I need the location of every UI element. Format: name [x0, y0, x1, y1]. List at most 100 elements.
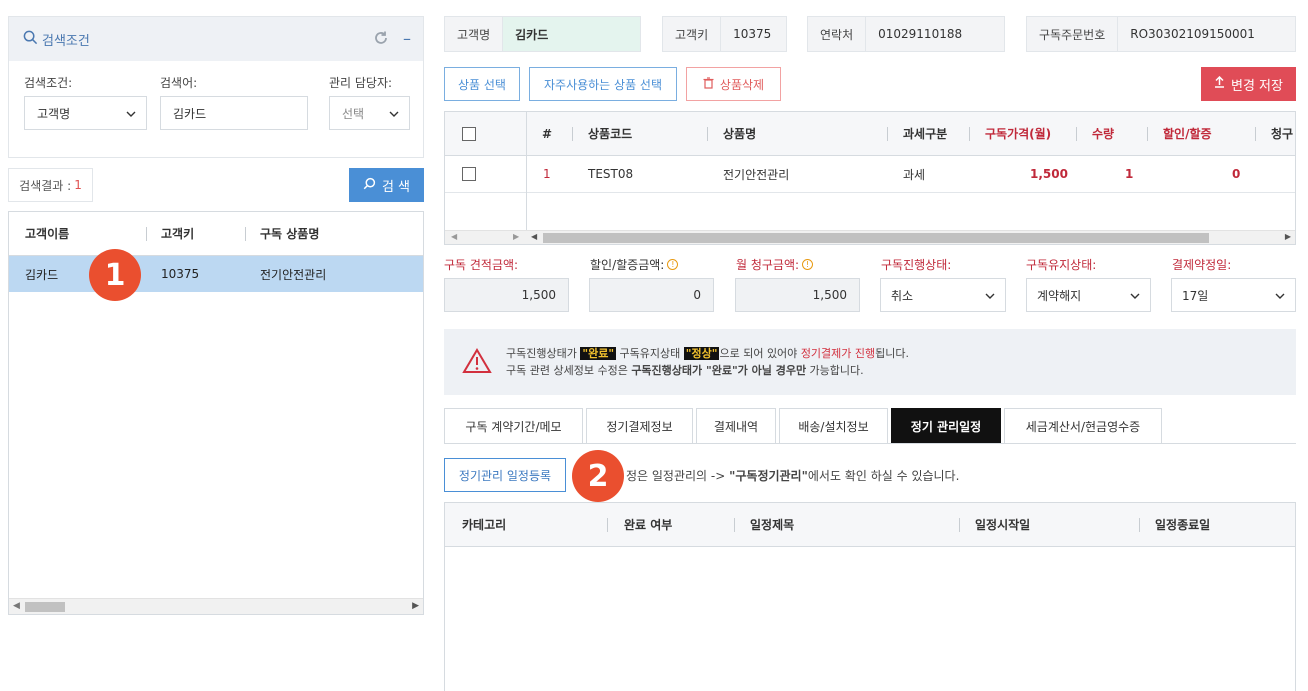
row-checkbox[interactable]: [462, 156, 476, 192]
row-monthly-price: 1,500: [1030, 167, 1068, 181]
column-header-monthly-price[interactable]: 구독가격(월): [985, 112, 1051, 155]
scrollbar-thumb[interactable]: [25, 602, 65, 612]
tab-payment-history[interactable]: 결제내역: [696, 408, 776, 444]
column-header-product-name[interactable]: 구독 상품명: [260, 212, 319, 255]
customer-key-info: 고객키 10375: [662, 16, 787, 52]
collapse-icon[interactable]: –: [403, 29, 411, 48]
progress-status-value: 취소: [891, 288, 914, 303]
column-header-start-date[interactable]: 일정시작일: [975, 503, 1030, 546]
payment-day-value: 17일: [1182, 288, 1209, 303]
row-tax-type: 과세: [903, 167, 926, 182]
schedule-grid: 카테고리 완료 여부 일정제목 일정시작일 일정종료일: [444, 502, 1296, 691]
contact-label: 연락처: [808, 17, 867, 51]
tab-recurring-payment[interactable]: 정기결제정보: [586, 408, 693, 444]
notice-line-2: 구독 관련 상세정보 수정은 구독진행상태가 "완료"가 아닐 경우만 가능합니…: [506, 364, 864, 377]
notice-box: 구독진행상태가 "완료" 구독유지상태 "정상" 으로 되어 있어야 정기결제가 …: [444, 329, 1296, 395]
maintain-status-select[interactable]: 계약해지: [1026, 278, 1151, 312]
delete-product-button[interactable]: 상품삭제: [686, 67, 781, 101]
tab-regular-schedule[interactable]: 정기 관리일정: [891, 408, 1001, 444]
schedule-note: 정은 일정관리의 -> "구독정기관리"에서도 확인 하실 수 있습니다.: [626, 469, 960, 483]
scroll-left-icon[interactable]: ◀: [451, 232, 457, 241]
result-list-header: 고객이름 고객키 구독 상품명: [9, 212, 423, 256]
search-icon: [363, 177, 376, 194]
chevron-down-icon: [985, 290, 995, 304]
column-header-no: #: [542, 126, 553, 141]
manager-select[interactable]: 선택: [329, 96, 410, 130]
select-all-checkbox[interactable]: [462, 112, 476, 155]
manager-label: 관리 담당자:: [329, 76, 393, 90]
chevron-down-icon: [126, 108, 136, 122]
monthly-amount-label: 월 청구금액:!: [736, 256, 814, 273]
row-product-code: TEST08: [588, 167, 634, 181]
row-discount: 0: [1232, 167, 1241, 181]
step-marker-2: 2: [572, 450, 624, 502]
column-header-billing[interactable]: 청구: [1271, 112, 1293, 155]
tab-contract-period[interactable]: 구독 계약기간/메모: [444, 408, 583, 444]
maintain-status-label: 구독유지상태:: [1026, 258, 1097, 272]
scrollbar-thumb[interactable]: [543, 233, 1209, 243]
column-header-schedule-title[interactable]: 일정제목: [750, 503, 794, 546]
schedule-grid-header: 카테고리 완료 여부 일정제목 일정시작일 일정종료일: [445, 503, 1295, 547]
save-changes-label: 변경 저장: [1231, 78, 1283, 94]
discount-amount-label: 할인/할증금액:!: [590, 256, 679, 273]
horizontal-scrollbar[interactable]: ◀ ▶: [9, 598, 423, 614]
register-schedule-button[interactable]: 정기관리 일정등록: [444, 458, 566, 492]
search-panel: 검색조건 – 검색조건: 고객명 검색어: 김카드 관리 담당자: 선택: [8, 16, 424, 158]
step-marker-1: 1: [89, 249, 141, 301]
scroll-left-icon[interactable]: ◀: [13, 601, 20, 611]
info-icon: !: [802, 259, 814, 270]
manager-select-value: 선택: [342, 106, 365, 121]
column-header-customer-name[interactable]: 고객이름: [25, 212, 69, 255]
estimate-amount-field: 1,500: [444, 278, 569, 312]
tab-delivery-install[interactable]: 배송/설치정보: [779, 408, 888, 444]
row-product-name: 전기안전관리: [260, 267, 327, 282]
scroll-right-icon[interactable]: ▶: [1285, 232, 1291, 241]
payment-day-select[interactable]: 17일: [1171, 278, 1296, 312]
search-button[interactable]: 검 색: [349, 168, 424, 202]
detail-tabs: 구독 계약기간/메모 정기결제정보 결제내역 배송/설치정보 정기 관리일정 세…: [444, 408, 1165, 444]
condition-label: 검색조건:: [24, 76, 73, 90]
column-header-tax-type[interactable]: 과세구분: [903, 112, 947, 155]
select-frequent-product-button[interactable]: 자주사용하는 상품 선택: [529, 67, 677, 101]
progress-status-select[interactable]: 취소: [880, 278, 1006, 312]
column-header-quantity[interactable]: 수량: [1092, 112, 1114, 155]
product-grid: # 상품코드 상품명 과세구분 구독가격(월) 수량 할인/할증 청구 1 TE…: [444, 111, 1296, 245]
warning-icon: [462, 348, 492, 377]
scroll-left-icon[interactable]: ◀: [531, 232, 537, 241]
product-grid-header: # 상품코드 상품명 과세구분 구독가격(월) 수량 할인/할증 청구: [445, 112, 1295, 156]
table-row[interactable]: 김카드 10375 전기안전관리: [9, 256, 423, 292]
condition-select[interactable]: 고객명: [24, 96, 147, 130]
search-panel-header: 검색조건 –: [9, 17, 423, 61]
order-number-info: 구독주문번호 RO30302109150001: [1026, 16, 1296, 52]
select-product-button[interactable]: 상품 선택: [444, 67, 520, 101]
customer-key-value: 10375: [721, 17, 786, 51]
column-header-product-name[interactable]: 상품명: [723, 112, 756, 155]
column-header-discount[interactable]: 할인/할증: [1163, 112, 1212, 155]
keyword-input[interactable]: 김카드: [160, 96, 308, 130]
column-header-completed[interactable]: 완료 여부: [624, 503, 672, 546]
table-row[interactable]: 1 TEST08 전기안전관리 과세 1,500 1 0: [445, 156, 1295, 193]
chevron-down-icon: [1275, 290, 1285, 304]
column-header-category[interactable]: 카테고리: [462, 503, 506, 546]
scroll-right-icon[interactable]: ▶: [412, 601, 419, 611]
save-changes-button[interactable]: 변경 저장: [1201, 67, 1296, 101]
result-count-label: 검색결과 :: [19, 178, 72, 193]
monthly-amount-field: 1,500: [735, 278, 860, 312]
column-header-customer-key[interactable]: 고객키: [161, 212, 194, 255]
chevron-down-icon: [1130, 290, 1140, 304]
scroll-right-icon[interactable]: ▶: [513, 232, 519, 241]
result-list: 고객이름 고객키 구독 상품명 김카드 10375 전기안전관리 ◀ ▶: [8, 211, 424, 615]
column-header-product-code[interactable]: 상품코드: [588, 112, 632, 155]
customer-name-value: 김카드: [503, 17, 640, 51]
tab-tax-invoice[interactable]: 세금계산서/현금영수증: [1004, 408, 1162, 444]
progress-status-label: 구독진행상태:: [881, 258, 952, 272]
estimate-amount-label: 구독 견적금액:: [444, 258, 519, 272]
chevron-down-icon: [389, 108, 399, 122]
column-header-end-date[interactable]: 일정종료일: [1155, 503, 1210, 546]
condition-select-value: 고객명: [37, 106, 71, 121]
horizontal-scrollbar[interactable]: ◀ ▶ ◀ ▶: [445, 230, 1295, 244]
keyword-label: 검색어:: [160, 76, 198, 90]
refresh-icon[interactable]: [373, 30, 389, 49]
search-button-label: 검 색: [381, 179, 411, 195]
customer-key-label: 고객키: [663, 17, 722, 51]
